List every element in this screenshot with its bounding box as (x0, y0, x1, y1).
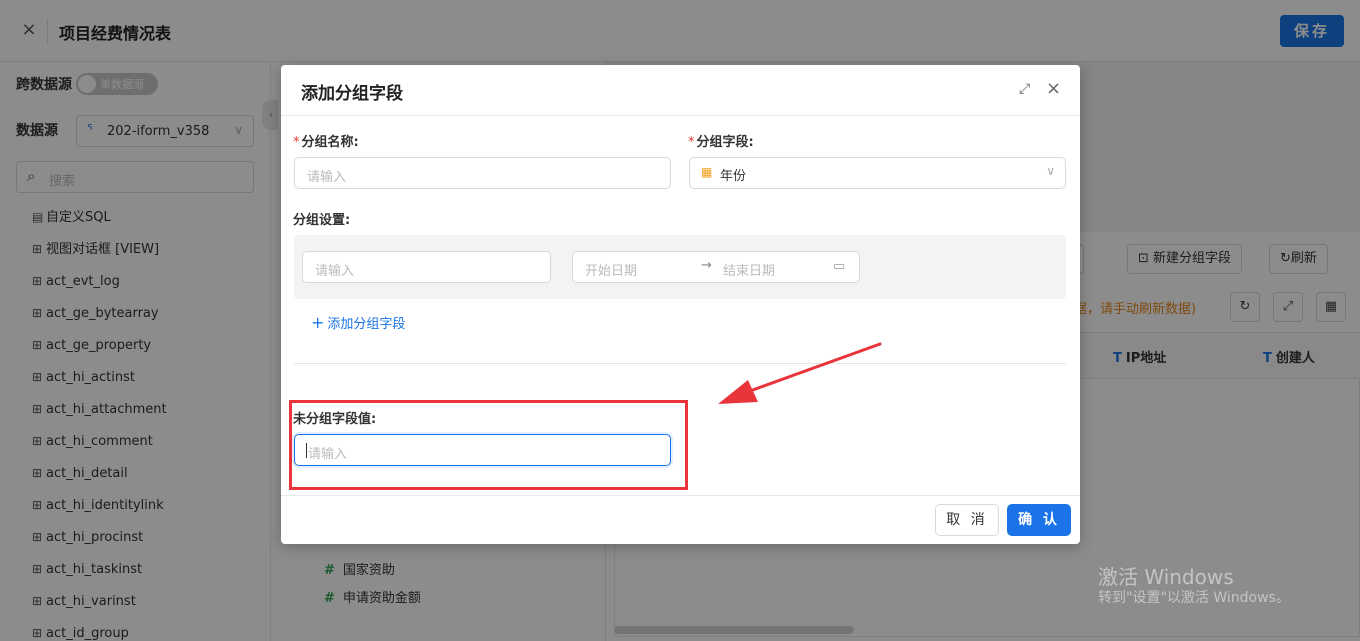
cancel-button[interactable]: 取 消 (935, 504, 999, 536)
dialog-title: 添加分组字段 (301, 84, 403, 104)
group-setting-row: 请输入 开始日期 → 结束日期 ▭ (294, 235, 1066, 299)
divider (294, 363, 1066, 364)
windows-watermark-hint: 转到"设置"以激活 Windows。 (1098, 590, 1290, 606)
group-name-label: * 分组名称: (293, 131, 359, 150)
group-name-label-text: 分组名称: (301, 135, 359, 150)
maximize-icon[interactable]: ⤢ (1019, 81, 1030, 97)
calendar-icon: ▭ (833, 259, 846, 274)
group-field-label-text: 分组字段: (696, 135, 754, 150)
confirm-button[interactable]: 确 认 (1007, 504, 1071, 536)
highlight-box (289, 400, 688, 490)
date-range-picker[interactable]: 开始日期 → 结束日期 ▭ (572, 251, 860, 283)
group-field-select[interactable]: ▦ 年份 ∨ (689, 157, 1066, 189)
end-date-placeholder: 结束日期 (723, 264, 776, 279)
plus-icon: + (311, 313, 325, 332)
group-name-input[interactable]: 请输入 (294, 157, 671, 189)
required-mark: * (688, 135, 695, 150)
start-date-placeholder: 开始日期 (585, 264, 638, 279)
chevron-down-icon: ∨ (1046, 164, 1055, 178)
divider (281, 115, 1080, 116)
calendar-icon: ▦ (701, 165, 713, 179)
required-mark: * (293, 135, 300, 150)
add-group-field-link[interactable]: + 添加分组字段 (311, 313, 405, 332)
add-group-field-label: 添加分组字段 (327, 317, 406, 332)
close-icon[interactable]: × (1046, 78, 1061, 99)
input-placeholder: 请输入 (307, 170, 347, 185)
divider (281, 495, 1080, 496)
group-settings-label: 分组设置: (293, 213, 351, 228)
input-placeholder: 请输入 (315, 264, 355, 279)
setting-name-input[interactable]: 请输入 (302, 251, 551, 283)
group-field-label: * 分组字段: (688, 131, 754, 150)
group-field-value: 年份 (720, 169, 747, 184)
annotation-arrow-icon (718, 342, 882, 404)
arrow-right-icon: → (701, 258, 712, 273)
windows-watermark: 激活 Windows (1098, 565, 1234, 589)
